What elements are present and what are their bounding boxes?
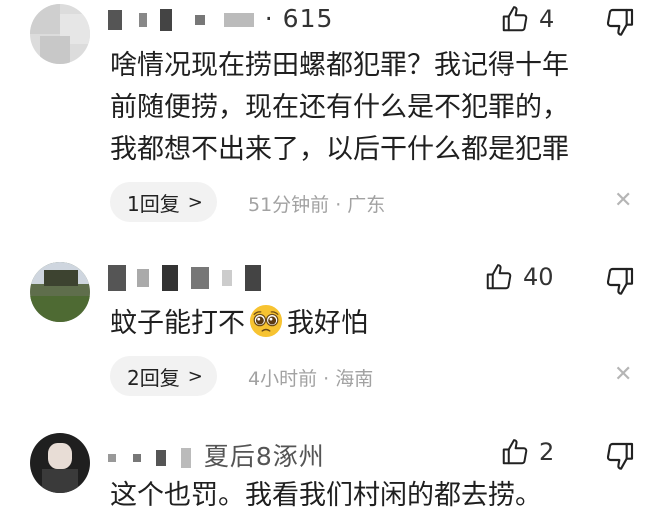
comment-text: 这个也罚。我看我们村闲的都去捞。 [110,475,542,517]
pixelated-name [194,15,205,25]
pixelated-name [108,454,116,462]
username-text: · 615 [264,4,334,33]
comment-item: 40 蚊子能打不 我好怕 2回复 > 4小时前 · 海南 ✕ [0,250,660,410]
pixelated-name [159,9,172,31]
pixelated-name [221,270,232,286]
comment-text-before: 蚊子能打不 [110,308,245,339]
like-button[interactable]: 40 [484,262,554,292]
like-button[interactable]: 2 [500,437,554,467]
thumbs-up-icon [486,264,512,290]
pixelated-name [244,265,261,291]
username[interactable]: 夏后8涿州 [108,437,325,473]
close-icon[interactable]: ✕ [614,362,632,387]
comment-meta: 51分钟前 · 广东 [248,194,386,216]
pixelated-name [108,10,122,30]
reply-label: 1回复 [127,191,180,216]
thumbs-down-icon[interactable] [604,440,636,472]
comment-line: 前随便捞，现在还有什么是不犯罪的， [110,92,569,123]
comment-meta: 4小时前 · 海南 [248,368,374,390]
pixelated-name [138,13,147,27]
avatar[interactable] [30,4,90,64]
avatar[interactable] [30,433,90,493]
close-icon[interactable]: ✕ [614,188,632,213]
pixelated-name [223,13,254,27]
like-count: 2 [539,438,555,466]
like-button[interactable]: 4 [500,4,554,34]
like-count: 40 [523,263,554,291]
thumbs-up-icon [502,6,528,32]
chevron-right-icon: > [187,365,203,387]
pixelated-name [161,265,178,291]
username[interactable] [108,262,261,291]
pixelated-name [136,269,149,287]
thumbs-down-icon[interactable] [604,6,636,38]
comment-line: 我都想不出来了，以后干什么都是犯罪 [110,134,569,165]
like-count: 4 [539,5,555,33]
comment-text: 蚊子能打不 我好怕 [110,303,368,345]
comment-line: 这个也罚。我看我们村闲的都去捞。 [110,480,542,511]
comment-item: · 615 4 啥情况现在捞田螺都犯罪？我记得十年 前随便捞，现在还有什么是不犯… [0,0,660,230]
reply-label: 2回复 [127,365,180,390]
reply-button[interactable]: 1回复 > [110,182,217,222]
comment-text-after: 我好怕 [287,308,368,339]
thumbs-up-icon [502,439,528,465]
username-text: 夏后8涿州 [203,442,325,471]
pixelated-name [108,265,126,291]
pixelated-name [190,267,209,289]
comment-text: 啥情况现在捞田螺都犯罪？我记得十年 前随便捞，现在还有什么是不犯罪的， 我都想不… [110,45,569,171]
thumbs-down-icon[interactable] [604,265,636,297]
pixelated-name [155,450,166,466]
pixelated-name [132,454,141,462]
avatar[interactable] [30,262,90,322]
comment-item: 夏后8涿州 2 这个也罚。我看我们村闲的都去捞。 [0,425,660,531]
pleading-face-emoji [249,304,283,338]
username[interactable]: · 615 [108,4,333,33]
pixelated-name [180,448,191,468]
reply-button[interactable]: 2回复 > [110,356,217,396]
chevron-right-icon: > [187,191,203,213]
comment-line: 啥情况现在捞田螺都犯罪？我记得十年 [110,50,569,81]
